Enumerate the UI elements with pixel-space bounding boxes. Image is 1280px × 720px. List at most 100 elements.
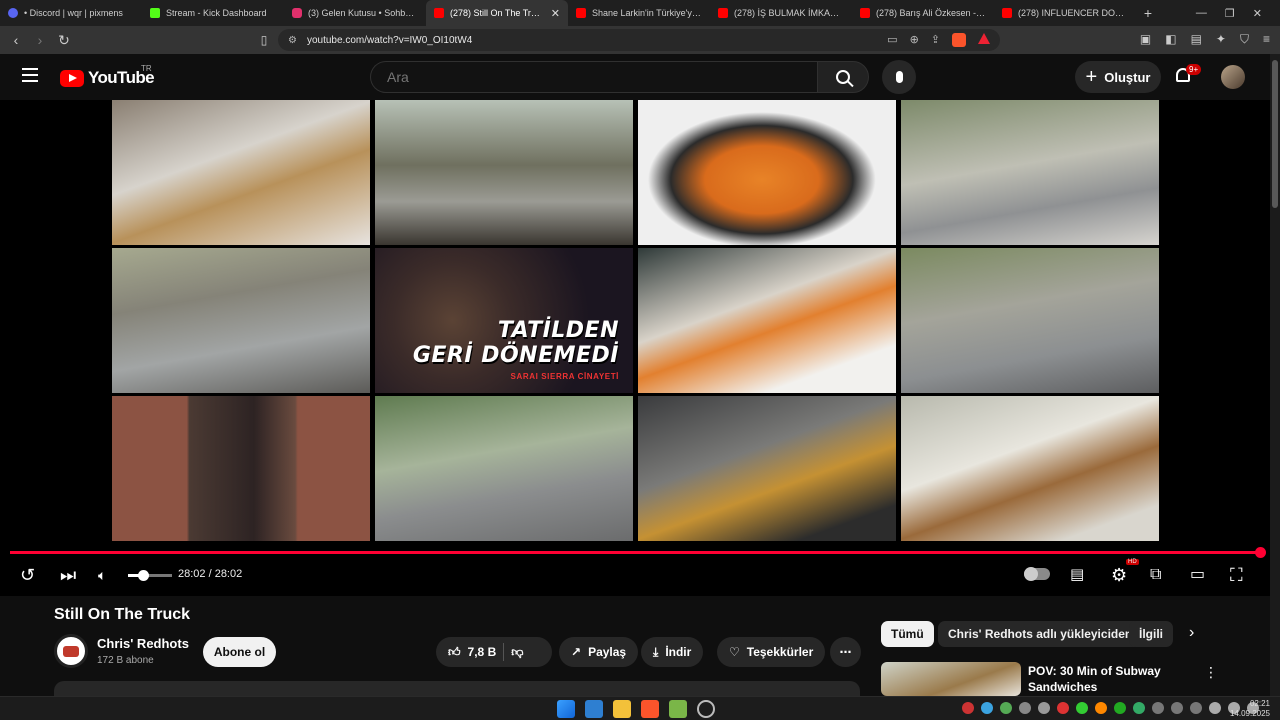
chip-all[interactable]: Tümü (881, 621, 934, 647)
settings-gear-icon[interactable]: ⚙ (1111, 564, 1127, 586)
voice-search-button[interactable] (882, 60, 916, 94)
scrubber-handle[interactable] (1255, 547, 1266, 558)
reload-icon[interactable]: ↻ (58, 32, 70, 49)
close-tab-icon[interactable]: ✕ (551, 7, 560, 20)
create-button[interactable]: + Oluştur (1075, 61, 1161, 93)
browser-tab[interactable]: (278) İŞ BULMAK İMKANSIZ - Y (710, 0, 852, 26)
close-window-icon[interactable]: ✕ (1253, 7, 1262, 20)
volume-slider[interactable] (128, 570, 172, 581)
brave-rewards-icon[interactable] (978, 33, 990, 44)
vpn-icon[interactable]: ⛉ (1240, 32, 1249, 47)
chip-from-uploader[interactable]: Chris' Redhots adlı yükleyiciden (938, 621, 1143, 647)
youtube-logo[interactable]: YouTube (60, 68, 155, 88)
tray-icon[interactable] (981, 702, 993, 714)
download-button[interactable]: ⤓ İndir (641, 637, 704, 667)
browser-tab[interactable]: (3) Gelen Kutusu • Sohbetler (284, 0, 426, 26)
search-button[interactable] (817, 61, 869, 93)
new-tab-icon[interactable]: + (1136, 5, 1160, 21)
like-count[interactable]: 7,8 B (468, 645, 497, 659)
description-box[interactable] (54, 681, 860, 696)
back-icon[interactable]: ‹ (10, 32, 22, 48)
cast-icon[interactable]: ▭ (887, 33, 897, 47)
end-screen-thumbnail[interactable] (901, 100, 1159, 245)
brave-browser-icon[interactable] (641, 700, 659, 718)
fullscreen-icon[interactable]: ⛶ (1230, 564, 1243, 586)
tray-icon[interactable] (1133, 702, 1145, 714)
end-screen-thumbnail-featured[interactable]: TATİLDEN GERİ DÖNEMEDİ SARAI SIERRA CİNA… (375, 248, 633, 393)
app-icon[interactable] (669, 700, 687, 718)
volume-knob[interactable] (138, 570, 150, 581)
end-screen-thumbnail[interactable] (901, 248, 1159, 393)
end-screen-thumbnail[interactable] (112, 396, 370, 541)
bookmark-icon[interactable]: ▯ (258, 33, 270, 47)
like-icon[interactable]: 👍︎ (448, 645, 461, 660)
more-vertical-icon[interactable]: ⋮ (1204, 664, 1218, 681)
progress-bar[interactable] (10, 547, 1266, 558)
tray-icon[interactable] (1095, 702, 1107, 714)
extensions-icon[interactable]: ✦ (1216, 32, 1226, 47)
recommended-video-thumbnail[interactable] (881, 662, 1021, 696)
account-avatar[interactable] (1221, 65, 1245, 89)
leo-icon[interactable]: ▣ (1140, 32, 1151, 47)
browser-tab[interactable]: (278) INFLUENCER DOĞUM G (994, 0, 1136, 26)
brave-shields-icon[interactable] (952, 33, 966, 47)
subtitles-icon[interactable]: ▤ (1070, 564, 1084, 586)
browser-tab[interactable]: Shane Larkin'in Türkiye'ye Geli (568, 0, 710, 26)
recommended-video-title[interactable]: POV: 30 Min of Subway Sandwiches (1028, 663, 1188, 696)
browser-tab[interactable]: (278) Barış Ali Özkesen - YouTu (852, 0, 994, 26)
tray-icon[interactable] (1114, 702, 1126, 714)
tray-icon[interactable] (1171, 702, 1183, 714)
more-actions-button[interactable]: ⋯ (830, 637, 861, 667)
replay-icon[interactable]: ↺ (20, 564, 35, 586)
thanks-button[interactable]: ♡ Teşekkürler (717, 637, 826, 667)
menu-icon[interactable]: ≡ (1263, 32, 1270, 47)
tray-icon[interactable] (1000, 702, 1012, 714)
wallet-icon[interactable]: ▤ (1191, 32, 1202, 47)
tray-icon[interactable] (1076, 702, 1088, 714)
windows-start-icon[interactable] (557, 700, 575, 718)
subscribe-button[interactable]: Abone ol (203, 637, 276, 667)
share-icon[interactable]: ⇪ (931, 33, 940, 47)
tray-icon[interactable] (1190, 702, 1202, 714)
browser-tab[interactable]: Stream - Kick Dashboard (142, 0, 284, 26)
channel-name[interactable]: Chris' Redhots (97, 636, 189, 651)
tray-icon[interactable] (1152, 702, 1164, 714)
tray-icon[interactable] (1019, 702, 1031, 714)
forward-icon[interactable]: › (34, 32, 46, 48)
end-screen-thumbnail[interactable] (112, 100, 370, 245)
chevron-right-icon[interactable]: › (1189, 624, 1194, 642)
system-clock[interactable]: 02:21 14.09.2025 (1230, 699, 1270, 719)
network-icon[interactable] (1209, 702, 1221, 714)
tray-icon[interactable] (962, 702, 974, 714)
page-scrollbar[interactable] (1270, 54, 1280, 696)
end-screen-thumbnail[interactable] (901, 396, 1159, 541)
volume-icon[interactable]: 🔈︎ (98, 564, 106, 586)
tray-icon[interactable] (1057, 702, 1069, 714)
end-screen-thumbnail[interactable] (638, 248, 896, 393)
end-screen-thumbnail[interactable] (638, 396, 896, 541)
end-screen-thumbnail[interactable] (638, 100, 896, 245)
chip-related[interactable]: İlgili (1129, 621, 1173, 647)
address-bar[interactable]: ⚙ youtube.com/watch?v=IW0_OI10tW4 ▭ ⊕ ⇪ (278, 29, 1000, 51)
autoplay-toggle[interactable] (1024, 567, 1050, 581)
video-player[interactable]: TATİLDEN GERİ DÖNEMEDİ SARAI SIERRA CİNA… (0, 100, 1270, 596)
end-screen-thumbnail[interactable] (375, 396, 633, 541)
channel-avatar[interactable] (54, 634, 88, 668)
browser-tab[interactable]: • Discord | wqr | pixmens (0, 0, 142, 26)
dislike-icon[interactable]: 👎︎ (511, 645, 523, 660)
zoom-icon[interactable]: ⊕ (910, 33, 919, 47)
miniplayer-icon[interactable]: ⧉ (1150, 564, 1161, 586)
minimize-icon[interactable]: — (1196, 7, 1207, 20)
photos-icon[interactable] (585, 700, 603, 718)
scrollbar-thumb[interactable] (1272, 60, 1278, 208)
tray-icon[interactable] (1038, 702, 1050, 714)
end-screen-thumbnail[interactable] (375, 100, 633, 245)
site-settings-icon[interactable]: ⚙ (288, 35, 297, 46)
settings-app-icon[interactable] (697, 700, 715, 718)
search-input[interactable] (370, 61, 817, 93)
maximize-icon[interactable]: ❐ (1225, 7, 1235, 20)
sidebar-icon[interactable]: ◧ (1165, 32, 1176, 47)
browser-tab-active[interactable]: (278) Still On The Truck - Y ✕ (426, 0, 568, 26)
share-button[interactable]: ↗ Paylaş (559, 637, 639, 667)
hamburger-menu-icon[interactable] (22, 68, 38, 82)
